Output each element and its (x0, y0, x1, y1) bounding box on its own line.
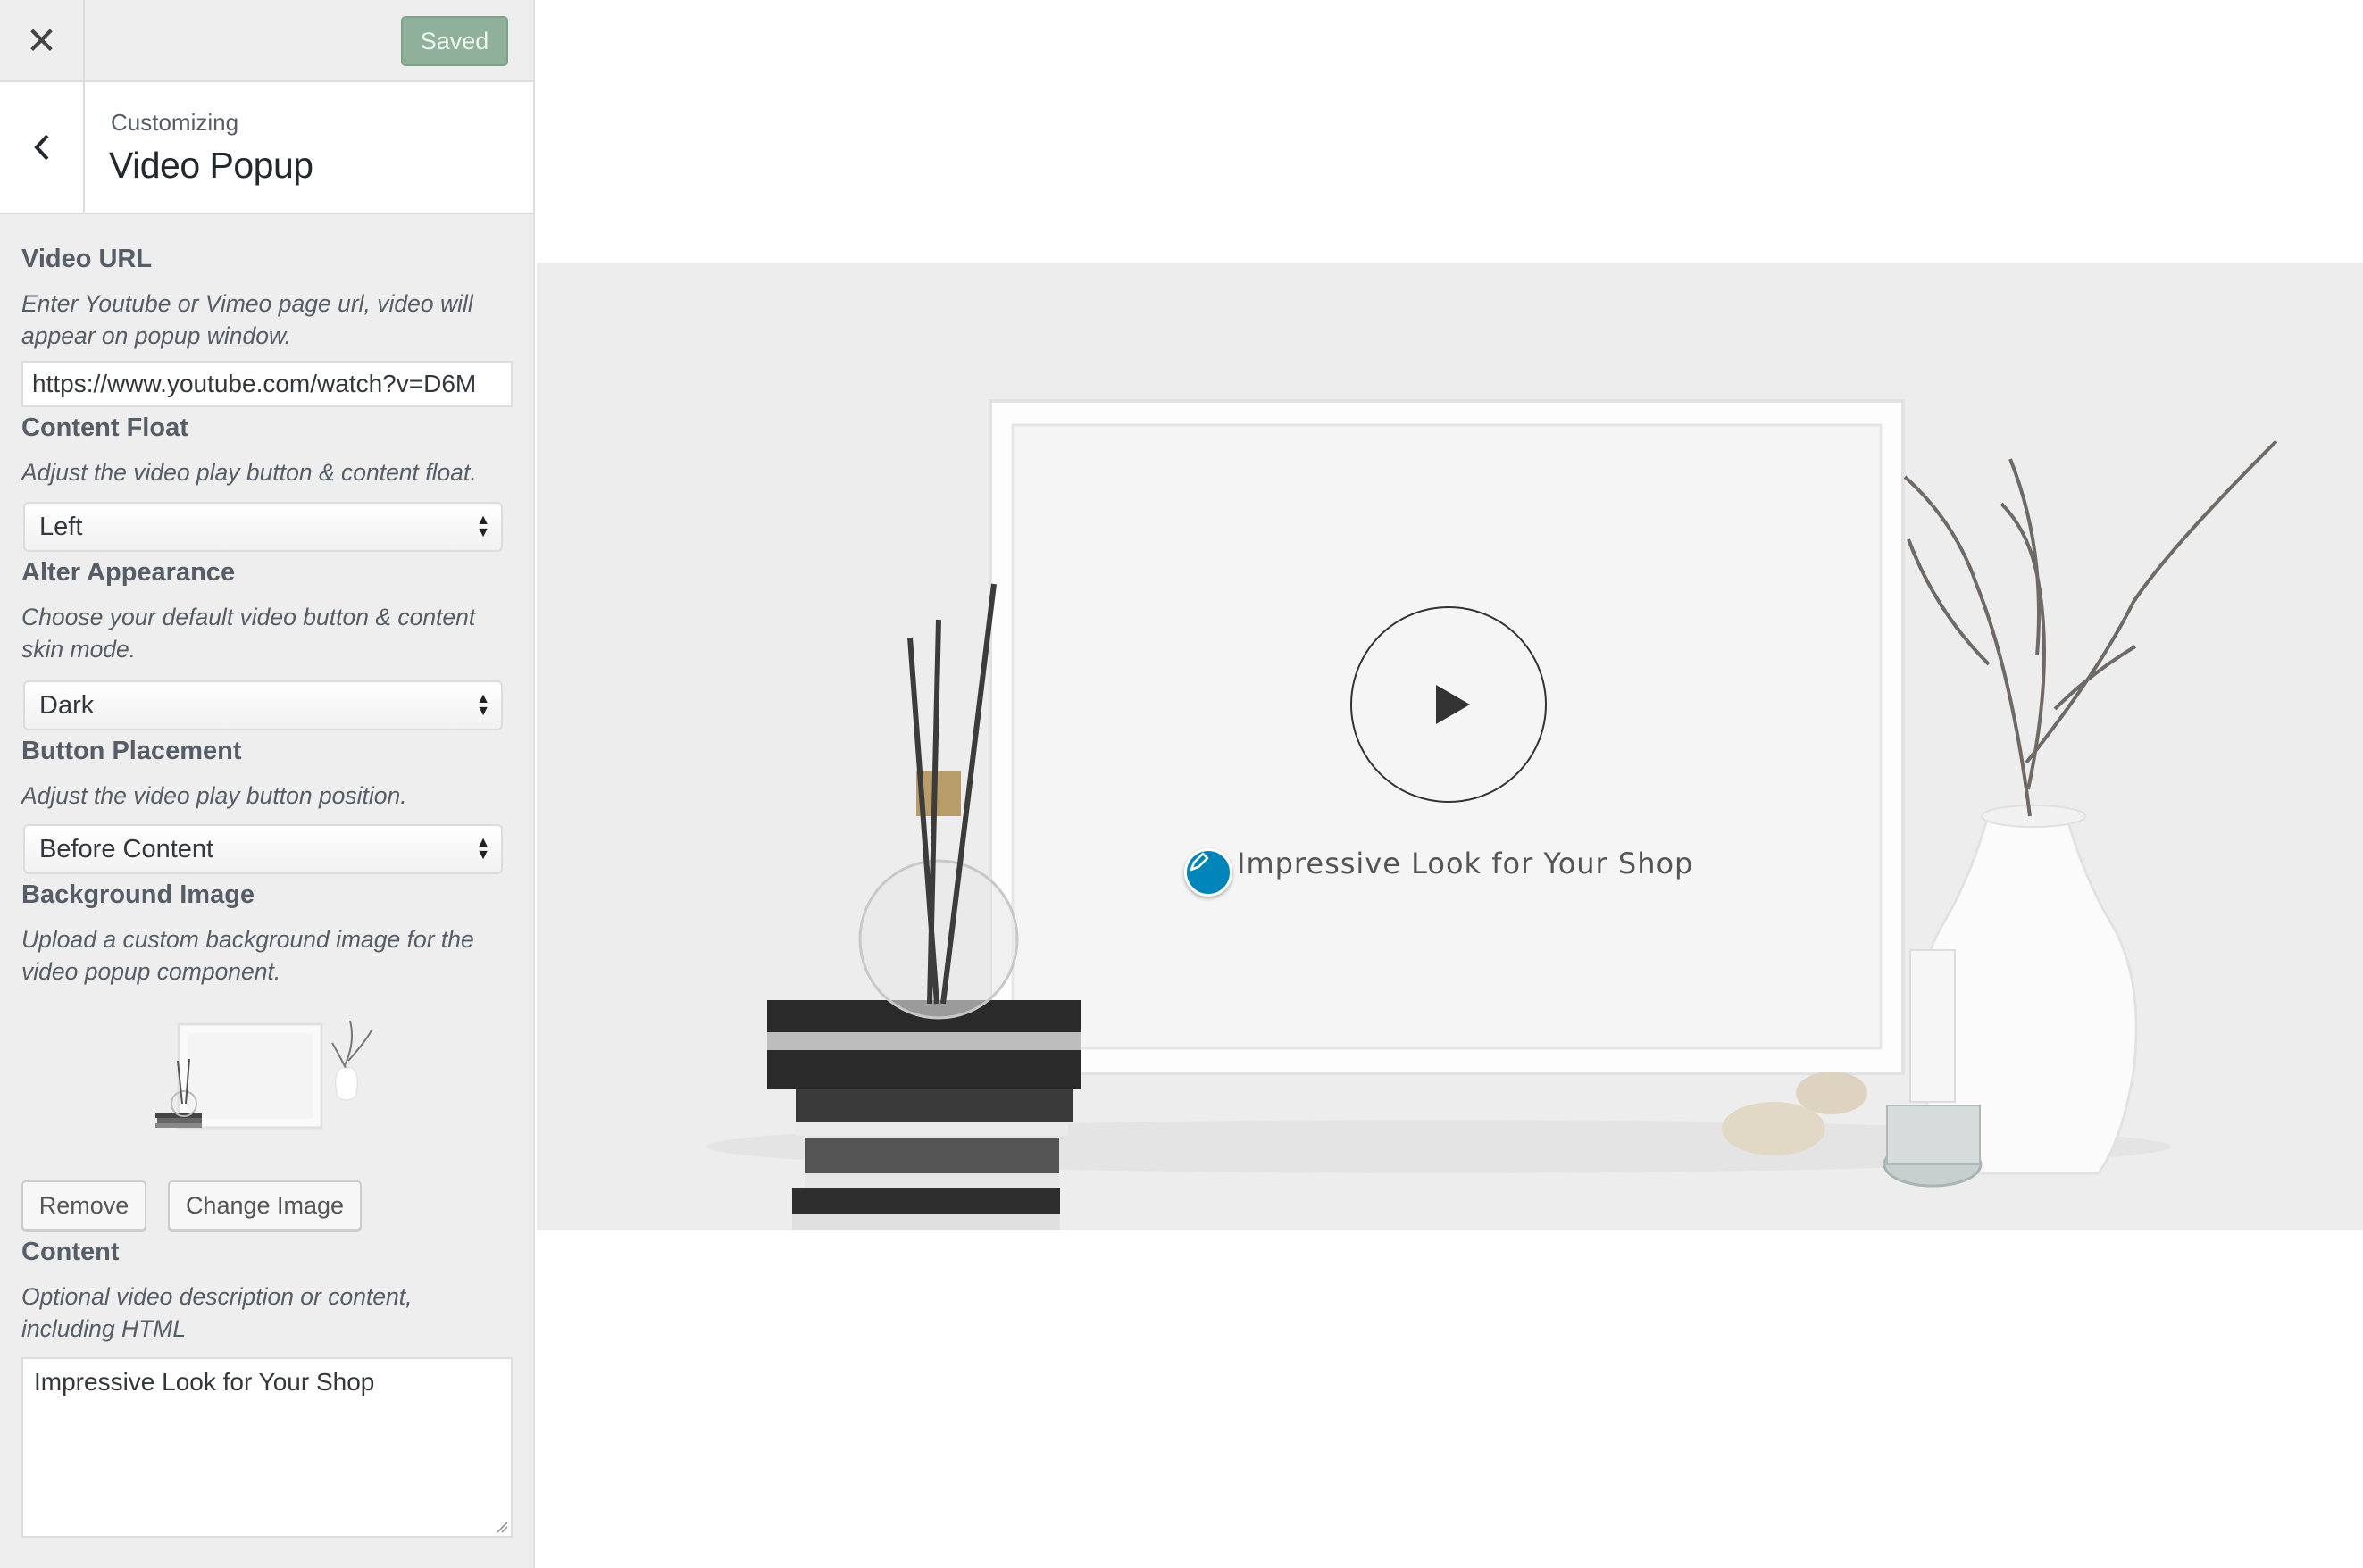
change-image-button[interactable]: Change Image (168, 1180, 362, 1230)
panel-header: Customizing Video Popup (0, 82, 533, 214)
button-placement-label: Button Placement (21, 737, 242, 765)
resize-grip-icon[interactable] (496, 1521, 508, 1533)
close-customizer-button[interactable]: ✕ (0, 0, 85, 80)
edit-shortcut-button[interactable] (1184, 848, 1232, 897)
content-float-label: Content Float (21, 413, 188, 442)
background-image-label: Background Image (21, 880, 255, 909)
chevron-left-icon (33, 134, 48, 161)
background-image-description: Upload a custom background image for the… (21, 926, 474, 985)
button-placement-select[interactable]: Before Content ▲ ▼ (23, 824, 503, 874)
content-description: Optional video description or content, i… (21, 1283, 413, 1342)
content-float-select[interactable]: Left ▲ ▼ (23, 502, 503, 552)
site-preview: Impressive Look for Your Shop (537, 0, 2363, 1568)
button-placement-description: Adjust the video play button position. (21, 782, 407, 809)
alter-appearance-value: Dark (39, 690, 95, 720)
content-textarea[interactable]: Impressive Look for Your Shop (21, 1357, 513, 1538)
alter-appearance-select[interactable]: Dark ▲ ▼ (23, 680, 503, 730)
video-url-label: Video URL (21, 245, 153, 273)
select-arrows-icon: ▲ ▼ (476, 835, 490, 863)
content-label: Content (21, 1238, 120, 1266)
customizer-sidebar: ✕ Saved Customizing Video Popup Video UR… (0, 0, 535, 1568)
customizer-topbar: ✕ Saved (0, 0, 533, 82)
video-url-description: Enter Youtube or Vimeo page url, video w… (21, 290, 473, 349)
saved-button[interactable]: Saved (401, 16, 508, 66)
hero-content-text: Impressive Look for Your Shop (1237, 847, 1694, 880)
back-button[interactable] (0, 82, 85, 213)
video-url-input[interactable] (21, 361, 513, 407)
play-video-button[interactable] (1350, 606, 1547, 803)
pencil-icon (1190, 852, 1209, 872)
panel-title: Video Popup (109, 145, 313, 186)
remove-image-button[interactable]: Remove (21, 1180, 146, 1230)
alter-appearance-label: Alter Appearance (21, 558, 236, 587)
content-textarea-value: Impressive Look for Your Shop (34, 1368, 375, 1396)
play-icon (1436, 685, 1470, 724)
button-placement-value: Before Content (39, 834, 214, 863)
content-float-value: Left (39, 512, 83, 541)
background-image-thumbnail (21, 1007, 513, 1163)
alter-appearance-description: Choose your default video button & conte… (21, 604, 476, 663)
select-arrows-icon: ▲ ▼ (476, 691, 490, 719)
select-arrows-icon: ▲ ▼ (476, 513, 490, 540)
video-popup-section: Impressive Look for Your Shop (537, 263, 2363, 1230)
close-icon: ✕ (25, 19, 58, 62)
breadcrumb: Customizing (111, 109, 239, 136)
content-float-description: Adjust the video play button & content f… (21, 459, 477, 486)
